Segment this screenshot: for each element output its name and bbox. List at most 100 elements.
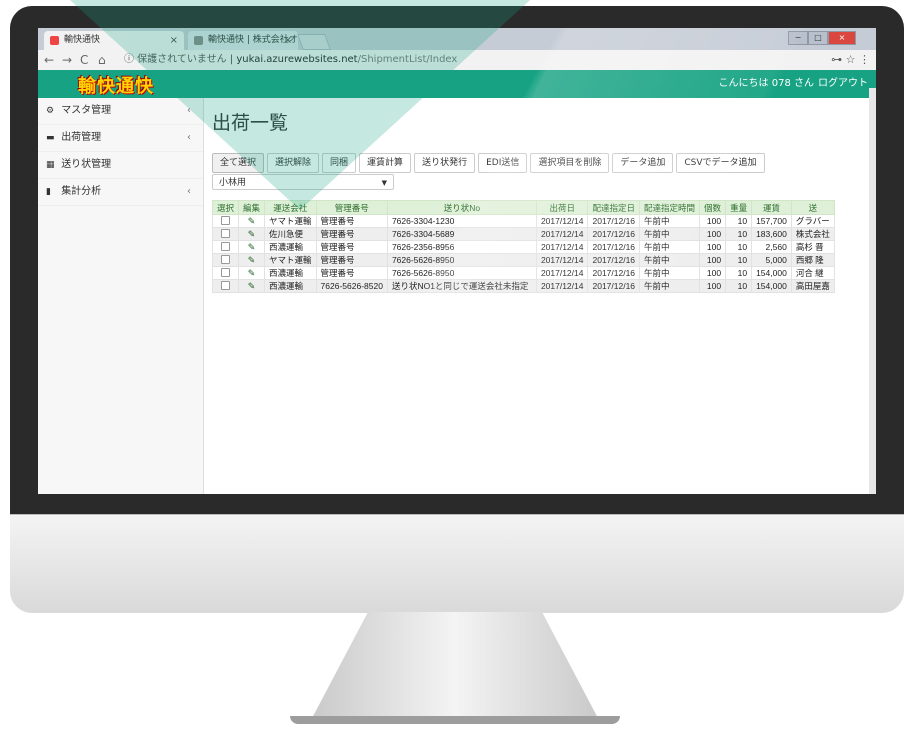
row-edit-cell: ✎ <box>238 214 266 228</box>
csv-add-button[interactable]: CSVでデータ追加 <box>676 153 765 173</box>
cell-mgmt-no: 管理番号 <box>315 253 388 267</box>
col-deliver-time[interactable]: 配達指定時間 <box>639 200 701 215</box>
cell-recipient: 高田屋嘉 <box>790 279 835 293</box>
col-ship-date[interactable]: 出荷日 <box>535 200 589 215</box>
edi-send-button[interactable]: EDI送信 <box>478 153 528 173</box>
gears-icon: ⚙ <box>46 106 55 116</box>
filter-select[interactable]: 小林用 ▼ <box>212 174 394 190</box>
add-data-button[interactable]: データ追加 <box>612 153 674 173</box>
monitor-chin <box>10 514 904 613</box>
close-window-button[interactable]: × <box>828 31 856 45</box>
tab-close-icon[interactable]: × <box>170 31 178 50</box>
pencil-icon[interactable]: ✎ <box>248 229 256 239</box>
new-tab-button[interactable] <box>297 34 331 50</box>
menu-icon[interactable]: ⋮ <box>859 53 870 66</box>
cell-deliver-date: 2017/12/16 <box>587 240 641 254</box>
col-recipient[interactable]: 送 <box>790 200 835 215</box>
cell-invoice-no: 7626-3304-1230 <box>386 214 537 228</box>
maximize-button[interactable]: □ <box>808 31 828 45</box>
forward-icon[interactable]: → <box>62 50 72 70</box>
row-checkbox[interactable] <box>221 228 230 238</box>
table-row[interactable]: ✎ ヤマト運輸 管理番号 7626-5626-8950 2017/12/14 2017/1… <box>211 253 835 267</box>
table-row[interactable]: ✎ 佐川急便 管理番号 7626-3304-5689 2017/12/14 2017/12… <box>211 227 835 241</box>
page-scrollbar[interactable] <box>869 88 876 494</box>
key-icon[interactable]: ⊶ <box>831 53 842 66</box>
pencil-icon[interactable]: ✎ <box>248 281 256 291</box>
cell-fare: 2,560 <box>751 240 792 254</box>
sidebar-item-label: 集計分析 <box>61 186 102 197</box>
cell-carrier: 西濃運輸 <box>264 266 317 280</box>
cell-invoice-no: 7626-3304-5689 <box>386 227 537 241</box>
table-row[interactable]: ✎ ヤマト運輸 管理番号 7626-3304-1230 2017/12/14 2017/1… <box>211 214 835 228</box>
cell-weight: 10 <box>725 214 753 228</box>
greeting-text: こんにちは 078 さん <box>718 78 814 89</box>
delete-selected-button[interactable]: 選択項目を削除 <box>530 153 610 173</box>
select-all-button[interactable]: 全て選択 <box>212 153 265 173</box>
monitor-stand <box>310 612 600 722</box>
security-label[interactable]: ⓘ 保護されていません <box>124 54 227 65</box>
sidebar-item-analytics[interactable]: ▮ 集計分析 ‹ <box>38 179 203 206</box>
row-checkbox[interactable] <box>221 254 230 264</box>
cell-deliver-time: 午前中 <box>639 227 701 241</box>
cell-weight: 10 <box>725 227 753 241</box>
cell-ship-date: 2017/12/14 <box>535 214 589 228</box>
reload-icon[interactable]: C <box>80 50 88 70</box>
sidebar: ⚙ マスタ管理 ‹ ▬ 出荷管理 ‹ ▦ 送り状管理 ▮ 集計分析 ‹ <box>38 98 204 494</box>
pencil-icon[interactable]: ✎ <box>248 242 256 252</box>
cell-mgmt-no: 管理番号 <box>315 214 388 228</box>
bundle-button[interactable]: 同梱 <box>322 153 357 173</box>
url-path: /ShipmentList/Index <box>357 54 458 65</box>
table-row[interactable]: ✎ 西濃運輸 管理番号 7626-2356-8956 2017/12/14 2017/12… <box>211 240 835 254</box>
back-icon[interactable]: ← <box>44 50 54 70</box>
browser-tab-active[interactable]: 輸快通快 × <box>44 31 184 50</box>
cell-weight: 10 <box>725 240 753 254</box>
cell-deliver-date: 2017/12/16 <box>587 227 641 241</box>
cell-qty: 100 <box>699 266 727 280</box>
cell-mgmt-no: 管理番号 <box>315 266 388 280</box>
minimize-button[interactable]: − <box>788 31 808 45</box>
cell-invoice-no: 7626-5626-8950 <box>386 266 537 280</box>
sidebar-item-master[interactable]: ⚙ マスタ管理 ‹ <box>38 98 203 125</box>
col-mgmt-no[interactable]: 管理番号 <box>315 200 388 215</box>
cell-fare: 5,000 <box>751 253 792 267</box>
cell-deliver-date: 2017/12/16 <box>587 253 641 267</box>
cell-ship-date: 2017/12/14 <box>535 227 589 241</box>
sidebar-item-shipping[interactable]: ▬ 出荷管理 ‹ <box>38 125 203 152</box>
cell-fare: 154,000 <box>751 266 792 280</box>
cell-deliver-time: 午前中 <box>639 253 701 267</box>
cell-weight: 10 <box>725 279 753 293</box>
star-icon[interactable]: ☆ <box>846 53 856 66</box>
col-qty[interactable]: 個数 <box>699 200 727 215</box>
sidebar-item-invoice[interactable]: ▦ 送り状管理 <box>38 152 203 179</box>
cell-invoice-no: 送り状NO1と同じで運送会社未指定 <box>386 279 537 293</box>
logout-link[interactable]: ログアウト <box>818 70 868 98</box>
cell-weight: 10 <box>725 253 753 267</box>
row-checkbox[interactable] <box>221 215 230 225</box>
issue-invoice-button[interactable]: 送り状発行 <box>414 153 476 173</box>
pencil-icon[interactable]: ✎ <box>248 255 256 265</box>
table-row[interactable]: ✎ 西濃運輸 管理番号 7626-5626-8950 2017/12/14 2017/12… <box>211 266 835 280</box>
deselect-button[interactable]: 選択解除 <box>267 153 320 173</box>
home-icon[interactable]: ⌂ <box>98 50 106 70</box>
col-deliver-date[interactable]: 配達指定日 <box>587 200 641 215</box>
url-field[interactable]: ⓘ 保護されていません | yukai.azurewebsites.net/Sh… <box>124 50 457 70</box>
col-invoice-no[interactable]: 送り状No <box>386 200 537 215</box>
table-row[interactable]: ✎ 西濃運輸 7626-5626-8520 送り状NO1と同じで運送会社未指定 2017… <box>211 279 835 293</box>
app-header: 輸快通快 こんにちは 078 さん ログアウト <box>38 70 876 98</box>
calc-fare-button[interactable]: 運賃計算 <box>359 153 412 173</box>
tab-close-icon[interactable]: × <box>284 31 292 50</box>
col-weight[interactable]: 重量 <box>725 200 753 215</box>
app-logo[interactable]: 輸快通快 <box>78 72 154 97</box>
col-fare[interactable]: 運賃 <box>751 200 792 215</box>
favicon-icon <box>50 36 59 45</box>
url-host: yukai.azurewebsites.net <box>236 54 358 65</box>
browser-tab[interactable]: 輸快通快 | 株式会社オ × <box>188 31 298 50</box>
cell-carrier: 西濃運輸 <box>264 240 317 254</box>
row-checkbox[interactable] <box>221 267 230 277</box>
row-checkbox[interactable] <box>221 241 230 251</box>
pencil-icon[interactable]: ✎ <box>248 216 256 226</box>
pencil-icon[interactable]: ✎ <box>248 268 256 278</box>
row-checkbox[interactable] <box>221 280 230 290</box>
col-carrier[interactable]: 運送会社 <box>264 200 317 215</box>
table-header-row: 選択 編集 運送会社 管理番号 送り状No 出荷日 配達指定日 配達指定時間 個… <box>211 200 835 215</box>
